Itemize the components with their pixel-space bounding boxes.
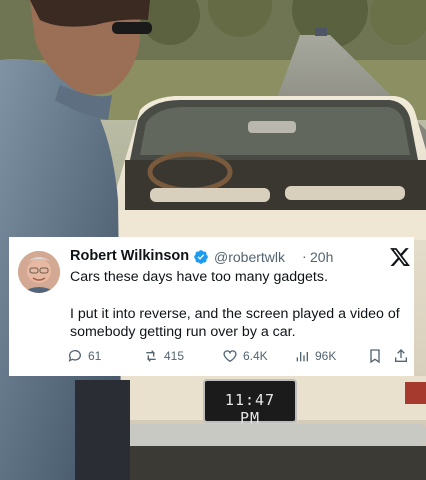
post-text: Cars these days have too many gadgets. I… (70, 268, 410, 341)
views-count: 96K (315, 349, 337, 363)
bookmark-button[interactable] (367, 348, 383, 364)
author-name[interactable]: Robert Wilkinson (70, 248, 189, 264)
reply-count: 61 (88, 349, 102, 363)
post-text-line1: Cars these days have too many gadgets. (70, 269, 328, 285)
views-icon (296, 352, 308, 362)
share-icon (395, 349, 407, 362)
post-text-line2: I put it into reverse, and the screen pl… (70, 306, 400, 340)
reply-icon (68, 350, 81, 362)
author-handle[interactable]: @robertwlk (214, 249, 285, 265)
views-button[interactable]: 96K (294, 348, 336, 364)
separator-dot: · (302, 248, 307, 264)
reply-button[interactable]: 61 (67, 348, 101, 364)
share-button[interactable] (393, 348, 409, 364)
like-icon (223, 350, 237, 363)
repost-button[interactable]: 415 (143, 348, 184, 364)
license-plate-text: 11:47 PM (224, 391, 276, 427)
verified-badge-icon (194, 250, 208, 264)
repost-count: 415 (164, 349, 185, 363)
post-card[interactable]: Robert Wilkinson @robertwlk · 20h Cars t… (9, 237, 414, 376)
action-bar: 61 415 6.4K 96K (67, 348, 409, 364)
like-count: 6.4K (243, 349, 268, 363)
post-time[interactable]: 20h (310, 249, 333, 265)
like-button[interactable]: 6.4K (222, 348, 268, 364)
x-logo-icon (390, 248, 410, 266)
repost-icon (146, 350, 156, 362)
bookmark-icon (370, 349, 380, 364)
avatar[interactable] (18, 251, 60, 293)
